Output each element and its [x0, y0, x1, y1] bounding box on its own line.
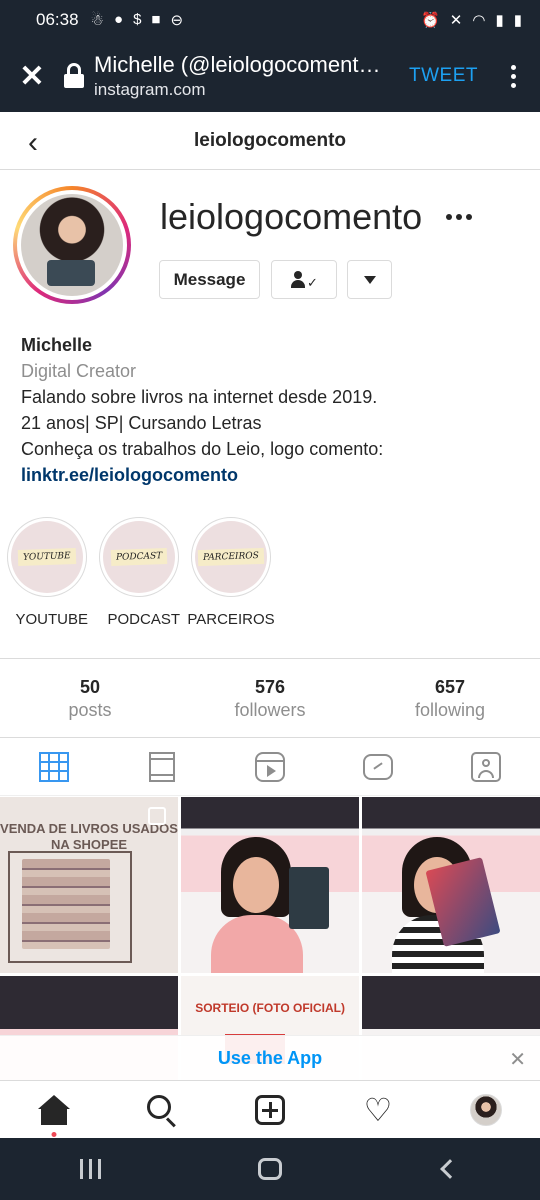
- status-notification-icons: ☃ ● $ ■ ⊖: [91, 11, 184, 29]
- highlight-label: YOUTUBE: [15, 611, 88, 628]
- wifi-icon: ◠: [472, 12, 486, 29]
- profile-username: leiologocomento: [160, 196, 423, 237]
- message-button[interactable]: Message: [159, 260, 260, 299]
- tab-igtv[interactable]: [324, 738, 432, 795]
- tab-grid[interactable]: [0, 738, 108, 795]
- chat-icon: ●: [114, 11, 124, 28]
- nav-home[interactable]: [0, 1094, 108, 1137]
- home-button[interactable]: [180, 1158, 360, 1180]
- mute-icon: ✕: [449, 12, 463, 29]
- highlight-cover-text: YOUTUBE: [17, 547, 77, 567]
- feed-icon: [149, 751, 175, 782]
- tab-reels[interactable]: [216, 738, 324, 795]
- back-arrow-icon[interactable]: ‹: [28, 126, 38, 160]
- highlight-parceiros[interactable]: PARCEIROS PARCEIROS: [187, 517, 275, 629]
- profile-more-icon[interactable]: [446, 214, 472, 220]
- highlight-label: PARCEIROS: [187, 611, 275, 628]
- notification-icon: ☃: [90, 12, 104, 29]
- igtv-icon: [363, 753, 393, 780]
- bottom-navigation: ♡: [0, 1080, 540, 1138]
- browser-url: instagram.com: [94, 80, 206, 99]
- alarm-icon: ⏰: [421, 12, 440, 29]
- bio-line: 21 anos| SP| Cursando Letras: [21, 413, 262, 433]
- stat-followers[interactable]: 576 followers: [180, 659, 360, 737]
- status-time: 06:38: [36, 10, 79, 29]
- notification-dot: [51, 1131, 57, 1137]
- tab-feed[interactable]: [108, 738, 216, 795]
- avatar-photo: [21, 194, 123, 296]
- highlight-youtube[interactable]: YOUTUBE YOUTUBE: [6, 517, 88, 629]
- header-username: leiologocomento: [194, 129, 346, 151]
- nav-profile[interactable]: [432, 1093, 540, 1126]
- signal-icon: ▮: [495, 12, 504, 29]
- bio-line: Falando sobre livros na internet desde 2…: [21, 387, 378, 407]
- close-banner-icon[interactable]: ✕: [509, 1047, 526, 1072]
- status-system-icons: ⏰ ✕ ◠ ▮ ▮: [421, 11, 522, 29]
- profile-tabs: [0, 738, 540, 796]
- grid-icon: [39, 751, 69, 782]
- profile-stats: 50 posts 576 followers 657 following: [0, 658, 540, 738]
- heart-icon: ♡: [363, 1091, 393, 1128]
- use-app-banner[interactable]: Use the App ✕: [0, 1035, 540, 1081]
- stat-posts[interactable]: 50 posts: [0, 659, 180, 737]
- back-button[interactable]: [360, 1159, 540, 1179]
- stat-label: followers: [234, 700, 306, 720]
- battery-icon: ▮: [513, 12, 522, 29]
- stat-number: 657: [434, 677, 466, 697]
- person-check-icon: ✓: [291, 270, 318, 290]
- browser-toolbar: ✕ Michelle (@leiologocomento) • Instagra…: [0, 40, 540, 112]
- stat-number: 50: [79, 677, 101, 697]
- recents-icon: [79, 1159, 101, 1179]
- highlight-podcast[interactable]: PODCAST PODCAST: [98, 517, 180, 629]
- search-icon: [147, 1094, 177, 1127]
- close-icon[interactable]: ✕: [0, 59, 64, 94]
- caret-down-icon: [363, 275, 376, 284]
- status-bar: 06:38 ☃ ● $ ■ ⊖ ⏰ ✕ ◠ ▮ ▮: [0, 0, 540, 40]
- stat-label: posts: [68, 700, 112, 720]
- browser-titles: Michelle (@leiologocomento) • Instagram …: [94, 52, 409, 100]
- bio-line: Conheça os trabalhos do Leio, logo comen…: [21, 439, 384, 459]
- lock-icon: [64, 61, 86, 91]
- dnd-icon: ⊖: [170, 12, 184, 29]
- browser-page-title: Michelle (@leiologocomento) • Instagram …: [94, 52, 389, 77]
- post-thumbnail[interactable]: [181, 797, 359, 973]
- profile-full-name: Michelle: [21, 335, 93, 355]
- system-navigation-bar: [0, 1138, 540, 1200]
- tweet-button[interactable]: TWEET: [409, 65, 478, 87]
- profile-category: Digital Creator: [21, 361, 137, 381]
- profile-avatar[interactable]: [13, 186, 131, 304]
- post-caption-text: VENDA DE LIVROS USADOS NA SHOPEE: [0, 821, 178, 852]
- profile-bio: Michelle Digital Creator Falando sobre l…: [21, 332, 383, 488]
- system-home-icon: [258, 1158, 282, 1180]
- post-thumbnail[interactable]: VENDA DE LIVROS USADOS NA SHOPEE: [0, 797, 178, 973]
- following-button[interactable]: ✓: [271, 260, 337, 299]
- add-post-icon: [255, 1094, 285, 1125]
- recents-button[interactable]: [0, 1159, 180, 1179]
- post-thumbnail[interactable]: [362, 797, 540, 973]
- reels-icon: [255, 751, 285, 782]
- nav-activity[interactable]: ♡: [324, 1094, 432, 1126]
- tab-tagged[interactable]: [432, 738, 540, 795]
- profile-link[interactable]: linktr.ee/leiologocomento: [21, 462, 383, 488]
- stat-number: 576: [254, 677, 286, 697]
- tagged-icon: [471, 751, 501, 782]
- more-options-icon[interactable]: [498, 64, 528, 88]
- nav-new-post[interactable]: [216, 1094, 324, 1125]
- post-caption-text: SORTEIO (FOTO OFICIAL): [195, 1001, 345, 1015]
- nav-search[interactable]: [108, 1094, 216, 1127]
- system-back-icon: [440, 1159, 460, 1179]
- stat-label: following: [414, 700, 486, 720]
- highlight-cover-text: PARCEIROS: [197, 547, 265, 567]
- suggested-dropdown-button[interactable]: [347, 260, 392, 299]
- stat-following[interactable]: 657 following: [360, 659, 540, 737]
- folder-icon: ■: [151, 11, 161, 28]
- profile-header: ‹ leiologocomento: [0, 112, 540, 170]
- use-app-link[interactable]: Use the App: [218, 1048, 322, 1069]
- money-icon: $: [133, 11, 142, 28]
- highlight-cover-text: PODCAST: [110, 548, 168, 566]
- home-icon: [38, 1094, 70, 1125]
- multi-post-icon: [148, 807, 166, 825]
- highlight-label: PODCAST: [107, 611, 180, 628]
- avatar: [470, 1093, 502, 1126]
